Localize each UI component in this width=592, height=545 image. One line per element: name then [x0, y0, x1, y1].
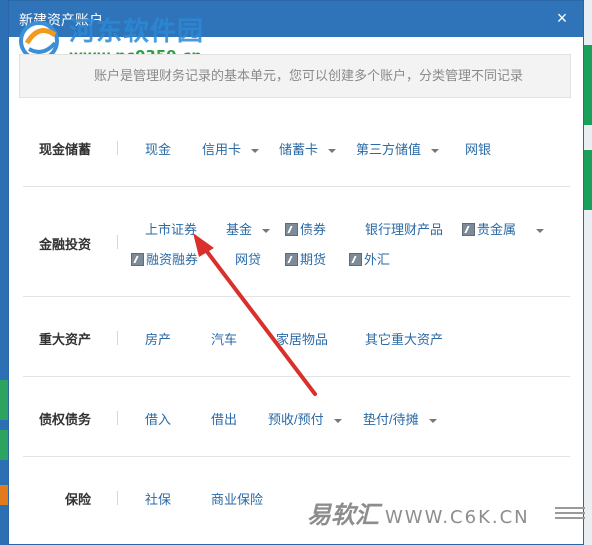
locked-icon	[131, 253, 144, 266]
chevron-down-icon[interactable]	[333, 418, 342, 423]
watermark-bottom: 易软汇 WWW.C6K.CN	[307, 495, 530, 530]
locked-icon	[285, 223, 298, 236]
item-label: 债券	[300, 222, 327, 237]
account-type-precious-metal[interactable]: 贵金属	[462, 219, 545, 238]
account-type-cash[interactable]: 现金	[145, 139, 171, 158]
account-type-listed-securities[interactable]: 上市证券	[145, 219, 197, 238]
account-type-other-major-assets[interactable]: 其它重大资产	[365, 329, 443, 348]
chevron-down-icon[interactable]	[428, 418, 437, 423]
account-type-third-party-stored-value[interactable]: 第三方储值	[356, 139, 440, 158]
account-type-futures[interactable]: 期货	[285, 249, 326, 268]
item-label: 期货	[300, 252, 327, 267]
section-label: 债权债务	[39, 412, 92, 427]
watermark-lines	[555, 507, 585, 522]
watermark-bottom-cn: 易软汇	[307, 501, 379, 529]
section-divider	[117, 331, 118, 345]
background-orange-tab	[0, 485, 8, 505]
account-type-commercial-insurance[interactable]: 商业保险	[211, 489, 263, 508]
account-type-lend-out[interactable]: 借出	[211, 409, 237, 428]
locked-icon	[462, 223, 475, 236]
chevron-down-icon[interactable]	[251, 148, 260, 153]
account-type-bond[interactable]: 债券	[285, 219, 326, 238]
new-asset-account-dialog: 新建资产账户 × 河东软件园 www.pc0359.cn 账户是管理财务记录的基…	[8, 0, 585, 545]
item-label: 垫付/待摊	[363, 412, 419, 427]
account-type-car[interactable]: 汽车	[211, 329, 237, 348]
chevron-down-icon[interactable]	[431, 148, 440, 153]
close-button[interactable]: ×	[553, 9, 571, 27]
background-left-strip	[0, 0, 8, 545]
section-label: 现金储蓄	[39, 142, 92, 157]
account-type-social-insurance[interactable]: 社保	[145, 489, 171, 508]
account-type-online-banking[interactable]: 网银	[465, 139, 491, 158]
locked-icon	[349, 253, 362, 266]
section-divider	[117, 141, 118, 155]
account-type-fund[interactable]: 基金	[226, 219, 271, 238]
info-description: 账户是管理财务记录的基本单元，您可以创建多个账户，分类管理不同记录	[19, 54, 571, 98]
account-type-advance-payment[interactable]: 垫付/待摊	[363, 409, 437, 428]
account-type-borrow-in[interactable]: 借入	[145, 409, 171, 428]
item-label: 基金	[226, 222, 253, 237]
section-major-assets: 重大资产 房产 汽车 家居物品 其它重大资产	[23, 297, 570, 377]
watermark-site-name: 河东软件园	[69, 17, 205, 47]
section-divider	[117, 235, 118, 249]
chevron-down-icon[interactable]	[262, 228, 271, 233]
item-label: 第三方储值	[356, 142, 422, 157]
section-label: 保险	[65, 492, 92, 507]
background-green-tab	[0, 430, 8, 460]
section-label: 金融投资	[39, 237, 92, 252]
account-type-household-goods[interactable]: 家居物品	[276, 329, 328, 348]
account-type-credit-card[interactable]: 信用卡	[202, 139, 260, 158]
account-type-p2p-lending[interactable]: 网贷	[235, 249, 261, 268]
chevron-down-icon[interactable]	[536, 228, 545, 233]
section-cash-savings: 现金储蓄 现金 信用卡 储蓄卡 第三方储值 网银	[23, 107, 570, 187]
section-debts: 债权债务 借入 借出 预收/预付 垫付/待摊	[23, 377, 570, 457]
section-label: 重大资产	[39, 332, 92, 347]
section-financial-investment: 金融投资 上市证券 基金 债券 银行理财产品 贵金属 融资融券 网贷 期货 外汇	[23, 187, 570, 297]
item-label: 信用卡	[202, 142, 242, 157]
chevron-down-icon[interactable]	[328, 148, 337, 153]
item-label: 预收/预付	[268, 412, 324, 427]
account-type-margin-trading[interactable]: 融资融券	[131, 249, 198, 268]
section-divider	[117, 491, 118, 505]
watermark-bottom-en: WWW.C6K.CN	[385, 507, 530, 528]
account-type-forex[interactable]: 外汇	[349, 249, 390, 268]
section-divider	[117, 411, 118, 425]
account-type-debit-card[interactable]: 储蓄卡	[279, 139, 337, 158]
item-label: 外汇	[364, 252, 391, 267]
account-type-prepaid[interactable]: 预收/预付	[268, 409, 342, 428]
account-type-real-estate[interactable]: 房产	[145, 329, 171, 348]
account-type-bank-wealth-product[interactable]: 银行理财产品	[365, 219, 443, 238]
item-label: 储蓄卡	[279, 142, 319, 157]
background-green-tab	[0, 380, 8, 420]
item-label: 融资融券	[146, 252, 199, 267]
locked-icon	[285, 253, 298, 266]
item-label: 贵金属	[477, 222, 517, 237]
